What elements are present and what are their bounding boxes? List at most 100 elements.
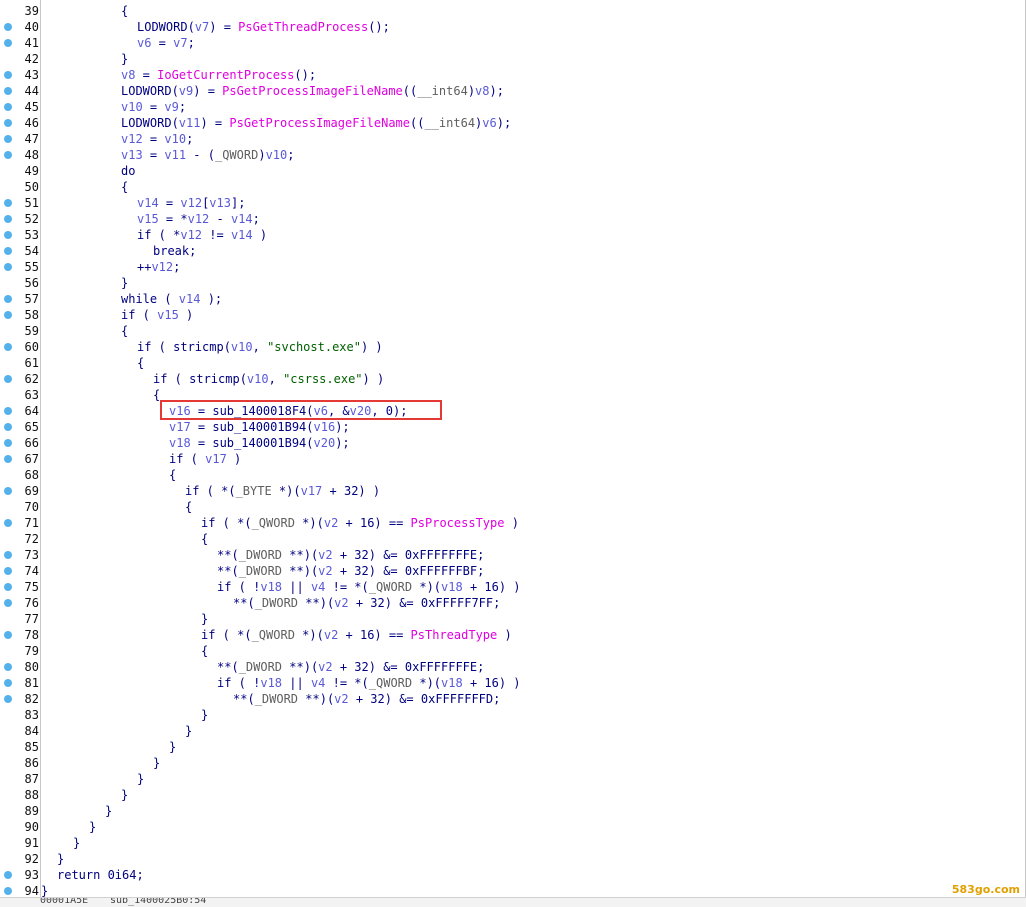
code-line[interactable]: 58 if ( v15 ) [0,307,1026,323]
code-line[interactable]: 63{ [0,387,1026,403]
code-line[interactable]: 53 if ( *v12 != v14 ) [0,227,1026,243]
line-number: 42 [24,52,39,66]
code-line[interactable]: 48 v13 = v11 - (_QWORD)v10; [0,147,1026,163]
code-line[interactable]: 78 if ( *(_QWORD *)(v2 + 16) == PsThreadT… [0,627,1026,643]
breakpoint-dot-icon[interactable] [4,423,12,431]
code-line[interactable]: 68 { [0,467,1026,483]
code-line[interactable]: 62 if ( stricmp(v10, "csrss.exe") ) [0,371,1026,387]
code-line[interactable]: 42} [0,51,1026,67]
code-token: v18 [260,580,283,594]
breakpoint-dot-icon[interactable] [4,887,12,895]
code-line[interactable]: 51 v14 = v12[v13]; [0,195,1026,211]
breakpoint-dot-icon[interactable] [4,583,12,591]
code-line[interactable]: 74 **(_DWORD **)(v2 + 32) &= 0xFFFFFFBF; [0,563,1026,579]
breakpoint-dot-icon[interactable] [4,263,12,271]
code-line[interactable]: 44 LODWORD(v9) = PsGetProcessImageFileNam… [0,83,1026,99]
breakpoint-dot-icon[interactable] [4,455,12,463]
line-number: 54 [24,244,39,258]
code-line[interactable]: 67 if ( v17 ) [0,451,1026,467]
code-line[interactable]: 46 LODWORD(v11) = PsGetProcessImageFileNa… [0,115,1026,131]
code-line[interactable]: 43 v8 = IoGetCurrentProcess(); [0,67,1026,83]
breakpoint-dot-icon[interactable] [4,663,12,671]
breakpoint-dot-icon[interactable] [4,599,12,607]
breakpoint-dot-icon[interactable] [4,519,12,527]
code-line[interactable]: 81 if ( !v18 || v4 != *(_QWORD *)(v18 + 1… [0,675,1026,691]
code-line[interactable]: 87} [0,771,1026,787]
code-line[interactable]: 59 { [0,323,1026,339]
code-line[interactable]: 40 LODWORD(v7) = PsGetThreadProcess(); [0,19,1026,35]
code-line[interactable]: 94} [0,883,1026,899]
code-line[interactable]: 69 if ( *(_BYTE *)(v17 + 32) ) [0,483,1026,499]
breakpoint-dot-icon[interactable] [4,487,12,495]
breakpoint-dot-icon[interactable] [4,231,12,239]
code-token: __int64 [417,84,468,98]
code-line[interactable]: 84} [0,723,1026,739]
code-line[interactable]: 75 if ( !v18 || v4 != *(_QWORD *)(v18 + 1… [0,579,1026,595]
code-line[interactable]: 61 { [0,355,1026,371]
code-token: ; [178,100,187,114]
breakpoint-dot-icon[interactable] [4,135,12,143]
code-line[interactable]: 71 if ( *(_QWORD *)(v2 + 16) == PsProcess… [0,515,1026,531]
code-token: v14 [230,212,253,226]
code-line[interactable]: 65 v17 = sub_140001B94(v16); [0,419,1026,435]
breakpoint-dot-icon[interactable] [4,215,12,223]
code-line[interactable]: 79 { [0,643,1026,659]
code-line[interactable]: 88} [0,787,1026,803]
code-line[interactable]: 86} [0,755,1026,771]
code-line[interactable]: 57 while ( v14 ); [0,291,1026,307]
code-line[interactable]: 54 break; [0,243,1026,259]
breakpoint-dot-icon[interactable] [4,71,12,79]
code-line[interactable]: 90} [0,819,1026,835]
code-line[interactable]: 85} [0,739,1026,755]
pseudocode-view[interactable]: 39{40 LODWORD(v7) = PsGetThreadProcess();… [0,0,1026,898]
breakpoint-dot-icon[interactable] [4,23,12,31]
breakpoint-dot-icon[interactable] [4,695,12,703]
code-line[interactable]: 92} [0,851,1026,867]
code-line[interactable]: 77} [0,611,1026,627]
code-line[interactable]: 41 v6 = v7; [0,35,1026,51]
code-line[interactable]: 80 **(_DWORD **)(v2 + 32) &= 0xFFFFFFFE; [0,659,1026,675]
code-line[interactable]: 52 v15 = *v12 - v14; [0,211,1026,227]
code-line[interactable]: 82 **(_DWORD **)(v2 + 32) &= 0xFFFFFFFD; [0,691,1026,707]
code-line[interactable]: 89} [0,803,1026,819]
breakpoint-dot-icon[interactable] [4,103,12,111]
breakpoint-dot-icon[interactable] [4,631,12,639]
breakpoint-dot-icon[interactable] [4,247,12,255]
code-line[interactable]: 70 { [0,499,1026,515]
code-line[interactable]: 39 { [0,3,1026,19]
breakpoint-dot-icon[interactable] [4,199,12,207]
breakpoint-dot-icon[interactable] [4,343,12,351]
code-line[interactable]: 66 v18 = sub_140001B94(v20); [0,435,1026,451]
code-token: - [209,212,231,226]
breakpoint-dot-icon[interactable] [4,439,12,447]
line-number: 47 [24,132,39,146]
code-line[interactable]: 64 v16 = sub_1400018F4(v6, &v20, 0); [0,403,1026,419]
code-line[interactable]: 93 return 0i64; [0,867,1026,883]
breakpoint-dot-icon[interactable] [4,151,12,159]
breakpoint-dot-icon[interactable] [4,311,12,319]
code-line[interactable]: 73 **(_DWORD **)(v2 + 32) &= 0xFFFFFFFE; [0,547,1026,563]
code-line[interactable]: 56} [0,275,1026,291]
breakpoint-dot-icon[interactable] [4,295,12,303]
breakpoint-dot-icon[interactable] [4,551,12,559]
breakpoint-dot-icon[interactable] [4,871,12,879]
code-line[interactable]: 47 v12 = v10; [0,131,1026,147]
breakpoint-dot-icon[interactable] [4,567,12,575]
code-line[interactable]: 72 { [0,531,1026,547]
breakpoint-dot-icon[interactable] [4,679,12,687]
code-line[interactable]: 76 **(_DWORD **)(v2 + 32) &= 0xFFFFF7FF; [0,595,1026,611]
code-line[interactable]: 45 v10 = v9; [0,99,1026,115]
code-line[interactable]: 50 { [0,179,1026,195]
breakpoint-dot-icon[interactable] [4,87,12,95]
line-number: 91 [24,836,39,850]
code-token: { [185,500,193,514]
code-line[interactable]: 91} [0,835,1026,851]
breakpoint-dot-icon[interactable] [4,407,12,415]
code-line[interactable]: 60 if ( stricmp(v10, "svchost.exe") ) [0,339,1026,355]
breakpoint-dot-icon[interactable] [4,119,12,127]
code-line[interactable]: 49 do [0,163,1026,179]
code-line[interactable]: 55 ++v12; [0,259,1026,275]
breakpoint-dot-icon[interactable] [4,375,12,383]
code-line[interactable]: 83} [0,707,1026,723]
breakpoint-dot-icon[interactable] [4,39,12,47]
